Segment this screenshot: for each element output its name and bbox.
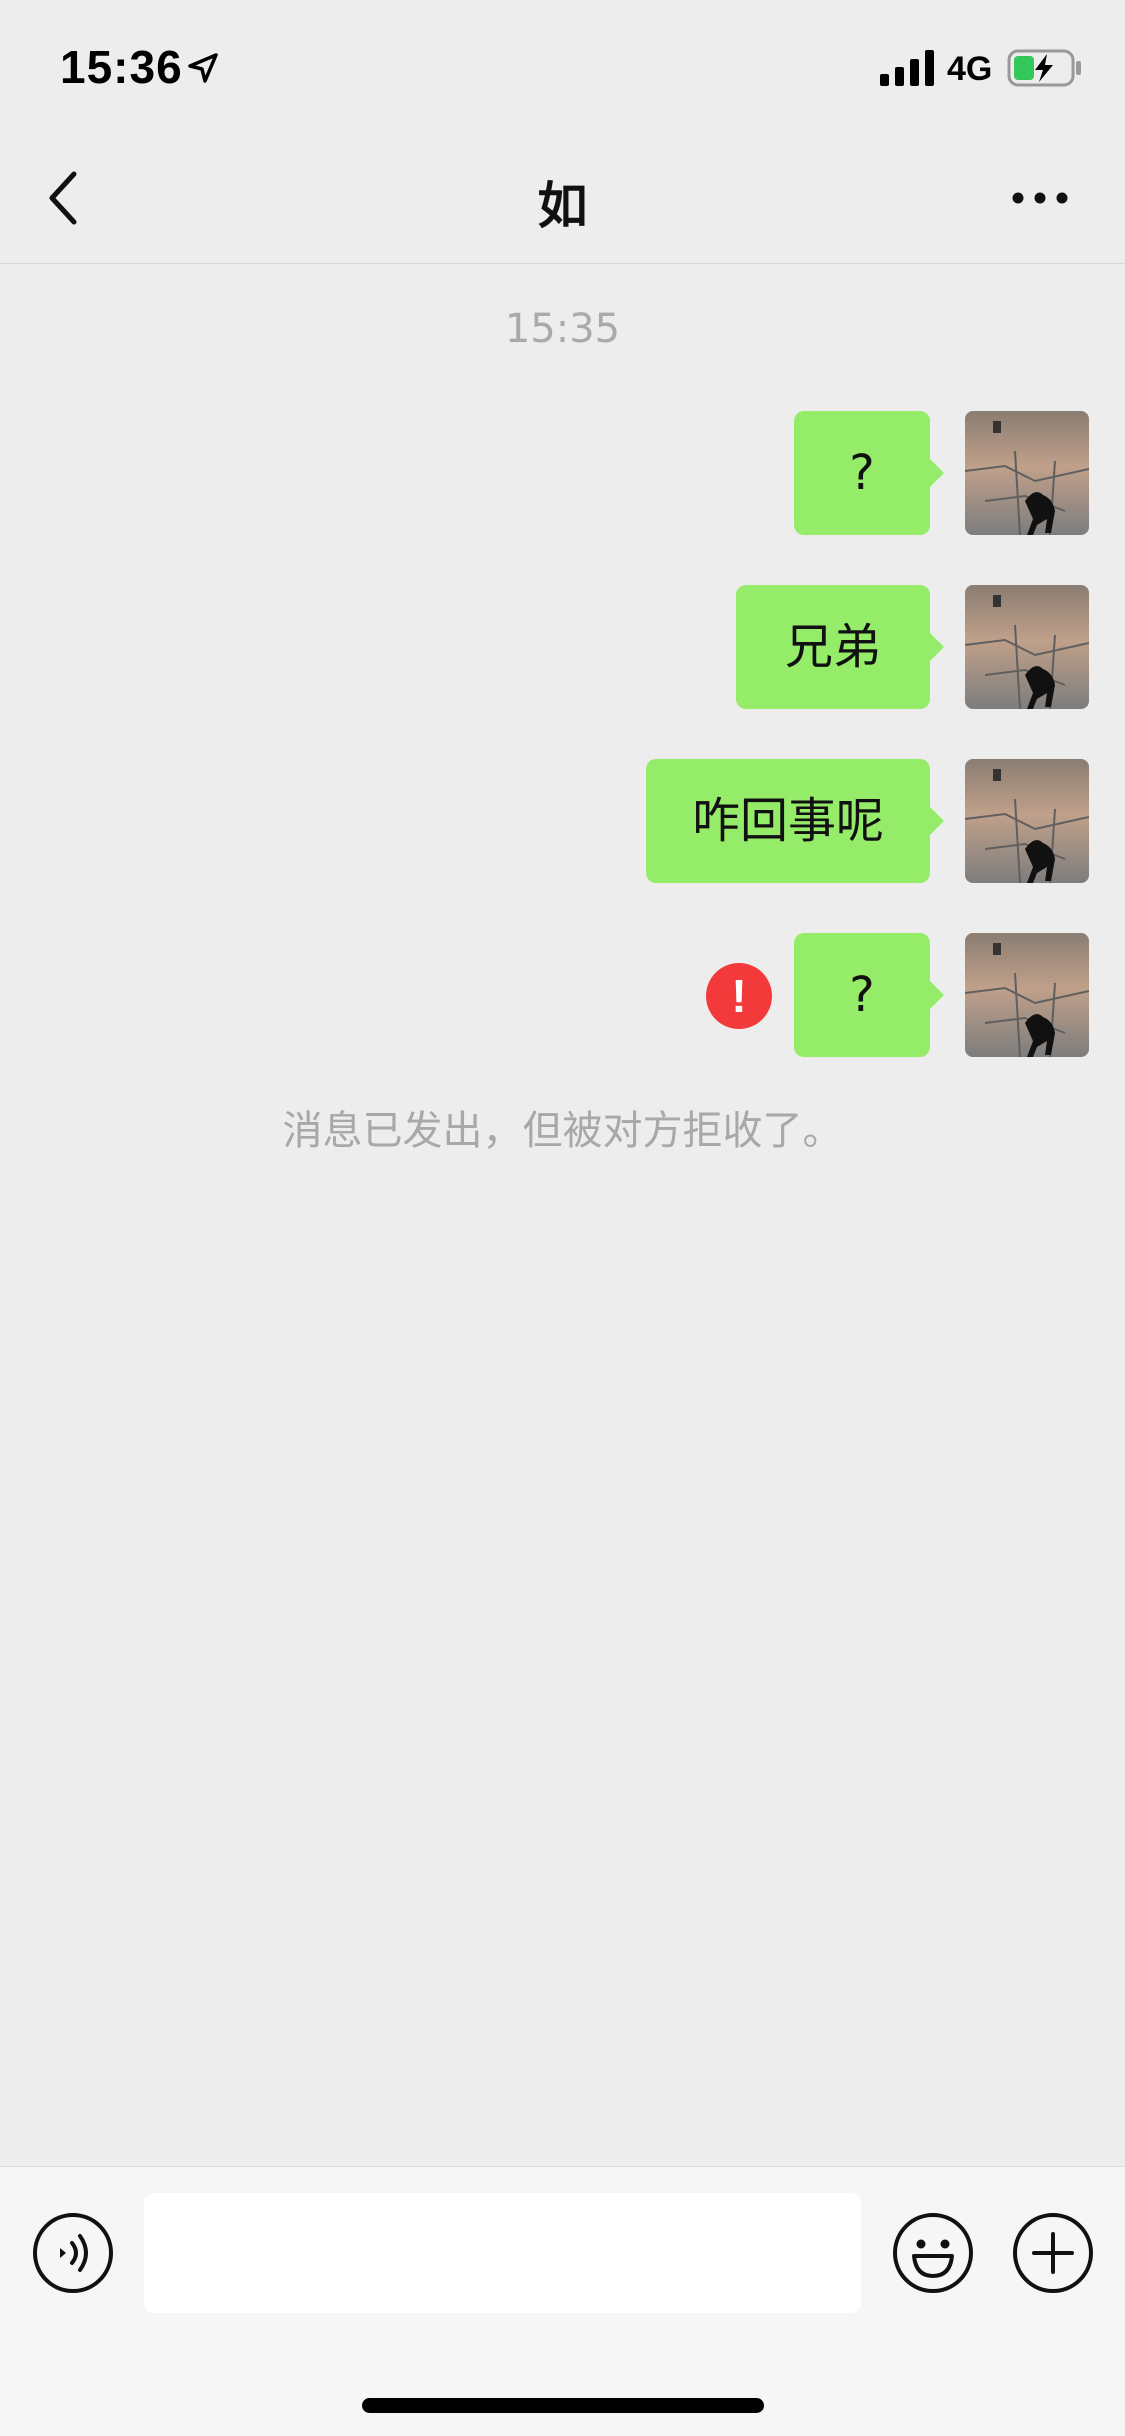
network-type: 4G <box>947 50 993 88</box>
chat-timestamp: 15:35 <box>504 306 621 352</box>
status-time: 15:36 <box>60 41 183 93</box>
system-notice: 消息已发出，但被对方拒收了。 <box>282 1108 843 1154</box>
message-input[interactable] <box>144 2193 861 2313</box>
battery-charging-icon <box>1007 49 1081 87</box>
send-failed-icon[interactable]: ! <box>706 963 772 1029</box>
message-row: 兄弟 <box>589 585 1089 709</box>
plus-icon[interactable] <box>1012 2212 1094 2294</box>
message-row: ! ? <box>649 933 1089 1057</box>
nav-bar: 如 <box>0 132 1125 264</box>
location-arrow-icon <box>188 53 218 83</box>
message-row: ? <box>689 411 1089 535</box>
message-bubble[interactable]: 咋回事呢 <box>646 759 944 883</box>
message-bubble[interactable]: 兄弟 <box>736 585 944 709</box>
emoji-icon[interactable] <box>892 2212 974 2294</box>
avatar[interactable] <box>965 411 1089 535</box>
input-bar <box>0 2166 1125 2436</box>
message-bubble[interactable]: ? <box>794 411 944 535</box>
chat-screen: 15:36 4G 如 15:35 ? 兄弟 咋回事呢 ! ? 消息已发出，但被对… <box>0 0 1125 2436</box>
more-dots-icon[interactable] <box>1010 182 1070 214</box>
signal-icon <box>880 50 934 86</box>
avatar[interactable] <box>965 585 1089 709</box>
voice-icon[interactable] <box>32 2212 114 2294</box>
avatar[interactable] <box>965 933 1089 1057</box>
chat-title: 如 <box>537 177 588 235</box>
avatar[interactable] <box>965 759 1089 883</box>
home-indicator[interactable] <box>362 2398 764 2413</box>
message-row: 咋回事呢 <box>489 759 1089 883</box>
message-bubble[interactable]: ? <box>794 933 944 1057</box>
status-bar: 15:36 4G <box>0 0 1125 132</box>
